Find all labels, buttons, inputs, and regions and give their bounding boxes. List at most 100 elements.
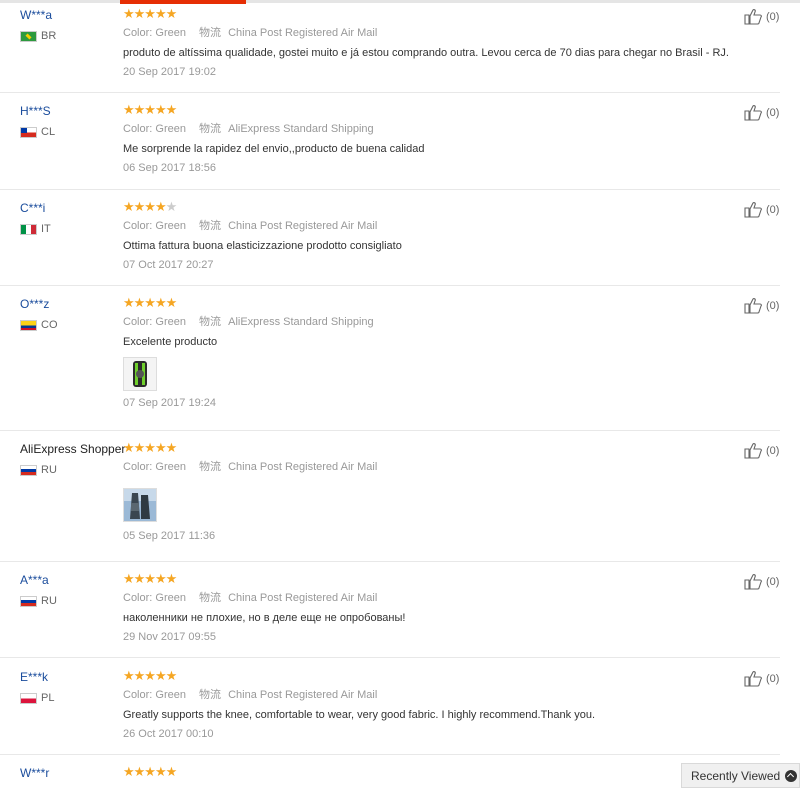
review-item: W***r ★★★★★ (0, 764, 780, 796)
shipping-method: China Post Registered Air Mail (228, 461, 378, 473)
review-text: Ottima fattura buona elasticizzazione pr… (123, 240, 402, 252)
russia-flag-icon (20, 464, 37, 476)
colombia-flag-icon (20, 319, 37, 331)
reviewer-info: C***i IT (20, 201, 125, 235)
thumbs-up-icon (744, 671, 762, 687)
reviewer-info: A***a RU (20, 573, 125, 607)
color-label: Color: (123, 592, 153, 604)
color-label: Color: (123, 689, 153, 701)
review-item: H***S CL ★★★★★ Color: Green 物流 AliExpres… (0, 103, 780, 190)
recently-viewed-button[interactable]: Recently Viewed (681, 763, 800, 788)
review-date: 06 Sep 2017 18:56 (123, 162, 216, 174)
review-body: ★★★★★ Color: Green 物流 China Post Registe… (123, 571, 723, 644)
star-rating: ★★★★★ (123, 295, 177, 310)
helpful-button[interactable]: (0) (744, 8, 779, 25)
helpful-count: (0) (766, 203, 780, 216)
reviewer-info: O***z CO (20, 297, 125, 331)
review-date: 26 Oct 2017 00:10 (123, 728, 214, 740)
reviewer-country: RU (20, 595, 125, 607)
knee-photo (124, 489, 156, 521)
reviewer-name[interactable]: W***r (20, 766, 125, 780)
color-value: Green (155, 123, 186, 135)
color-value: Green (155, 220, 186, 232)
shipping-method: AliExpress Standard Shipping (228, 316, 374, 328)
color-value: Green (155, 592, 186, 604)
review-item: W***a BR ★★★★★ Color: Green 物流 China Pos… (0, 6, 780, 93)
star-rating: ★★★★★ (123, 6, 177, 21)
review-date: 05 Sep 2017 11:36 (123, 530, 216, 542)
reviewer-name[interactable]: A***a (20, 573, 125, 587)
reviewer-info: W***a BR (20, 8, 125, 42)
review-meta: Color: Green 物流 AliExpress Standard Ship… (123, 316, 723, 329)
review-item: A***a RU ★★★★★ Color: Green 物流 China Pos… (0, 571, 780, 658)
shipping-method: China Post Registered Air Mail (228, 27, 378, 39)
reviewer-name[interactable]: W***a (20, 8, 125, 22)
review-date: 29 Nov 2017 09:55 (123, 631, 216, 643)
country-code: PL (41, 692, 55, 704)
reviewer-country: CL (20, 126, 125, 138)
reviewer-name[interactable]: E***k (20, 670, 125, 684)
review-photo-thumbnail[interactable] (123, 488, 157, 522)
helpful-button[interactable]: (0) (744, 201, 779, 218)
helpful-count: (0) (766, 444, 780, 457)
star-rating: ★★★★★ (123, 440, 177, 455)
country-code: IT (41, 223, 51, 235)
logistics-label: 物流 (199, 27, 222, 39)
helpful-button[interactable]: (0) (744, 442, 779, 459)
reviewer-name[interactable]: C***i (20, 201, 125, 215)
review-item: O***z CO ★★★★★ Color: Green 物流 AliExpres… (0, 295, 780, 431)
color-value: Green (155, 27, 186, 39)
review-body: ★★★★★ Color: Green 物流 China Post Registe… (123, 669, 723, 741)
review-date: 07 Sep 2017 19:24 (123, 397, 216, 409)
knee-pad-photo (124, 358, 156, 390)
reviewer-name[interactable]: H***S (20, 104, 125, 118)
italy-flag-icon (20, 223, 37, 235)
reviewer-country: PL (20, 692, 125, 704)
shipping-method: AliExpress Standard Shipping (228, 123, 374, 135)
reviewer-name[interactable]: O***z (20, 297, 125, 311)
star-rating: ★★★★★ (123, 199, 177, 214)
helpful-button[interactable]: (0) (744, 670, 779, 687)
active-tab-indicator (120, 0, 246, 4)
review-meta: Color: Green 物流 China Post Registered Ai… (123, 461, 723, 474)
review-body: ★★★★★ Color: Green 物流 China Post Registe… (123, 6, 729, 79)
color-value: Green (155, 316, 186, 328)
review-body: ★★★★★ Color: Green 物流 AliExpress Standar… (123, 295, 723, 410)
russia-flag-icon (20, 595, 37, 607)
review-photo-thumbnail[interactable] (123, 357, 157, 391)
shipping-method: China Post Registered Air Mail (228, 220, 378, 232)
thumbs-up-icon (744, 443, 762, 459)
logistics-label: 物流 (199, 461, 222, 473)
review-text: Greatly supports the knee, comfortable t… (123, 709, 596, 721)
color-label: Color: (123, 123, 153, 135)
helpful-count: (0) (766, 106, 780, 119)
country-code: RU (41, 595, 57, 607)
recently-viewed-label: Recently Viewed (691, 768, 781, 783)
thumbs-up-icon (744, 298, 762, 314)
reviewer-country: IT (20, 223, 125, 235)
reviewer-info: AliExpress Shopper RU (20, 442, 125, 476)
chevron-up-icon[interactable] (785, 770, 797, 782)
helpful-count: (0) (766, 299, 780, 312)
color-label: Color: (123, 461, 153, 473)
review-text: Me sorprende la rapidez del envio,,produ… (123, 143, 425, 155)
star-rating: ★★★★★ (123, 764, 177, 779)
helpful-button[interactable]: (0) (744, 573, 779, 590)
review-item: C***i IT ★★★★★ Color: Green 物流 China Pos… (0, 199, 780, 286)
star-rating: ★★★★★ (123, 571, 177, 586)
reviewer-country: CO (20, 319, 125, 331)
helpful-button[interactable]: (0) (744, 104, 779, 121)
logistics-label: 物流 (199, 592, 222, 604)
review-meta: Color: Green 物流 China Post Registered Ai… (123, 27, 723, 40)
review-text: Excelente producto (123, 336, 218, 348)
review-date: 07 Oct 2017 20:27 (123, 259, 214, 271)
review-body: ★★★★★ Color: Green 物流 China Post Registe… (123, 199, 723, 272)
reviewer-country: BR (20, 30, 125, 42)
review-body: ★★★★★ (123, 764, 723, 779)
helpful-button[interactable]: (0) (744, 297, 779, 314)
reviewer-country: RU (20, 464, 125, 476)
review-meta: Color: Green 物流 China Post Registered Ai… (123, 220, 723, 233)
logistics-label: 物流 (199, 316, 222, 328)
country-code: RU (41, 464, 57, 476)
country-code: CL (41, 126, 56, 138)
